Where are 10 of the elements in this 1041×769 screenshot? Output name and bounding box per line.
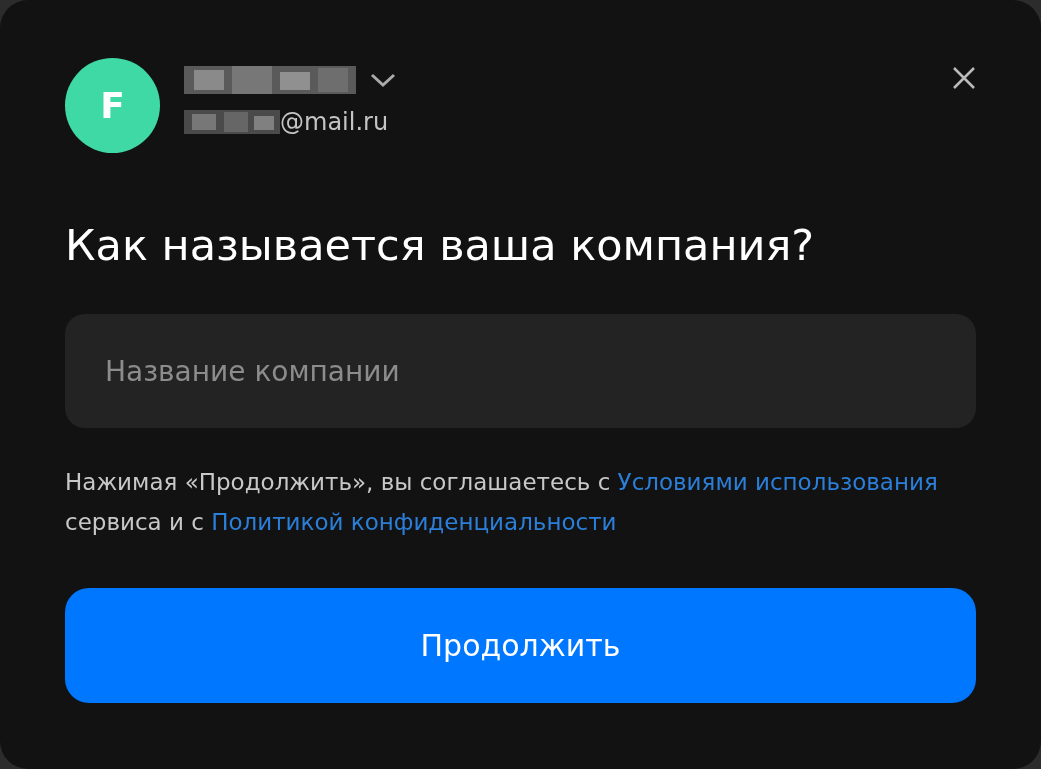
- close-icon: [952, 66, 976, 90]
- agreement-link[interactable]: Условиями использования: [617, 469, 938, 495]
- chevron-down-icon[interactable]: [370, 72, 396, 88]
- continue-button[interactable]: Продолжить: [65, 588, 976, 703]
- agreement-link[interactable]: Политикой конфиденциальности: [211, 509, 617, 535]
- agreement-text: Нажимая «Продолжить», вы соглашаетесь с Условиями использования сервиса и с Политикой конфиденциальности: [65, 468, 939, 537]
- avatar: F: [65, 58, 160, 153]
- company-name-field[interactable]: Название компании: [65, 314, 976, 428]
- heading: Как называется ваша компания?: [65, 219, 816, 272]
- email-text: @mail.ru: [280, 107, 389, 138]
